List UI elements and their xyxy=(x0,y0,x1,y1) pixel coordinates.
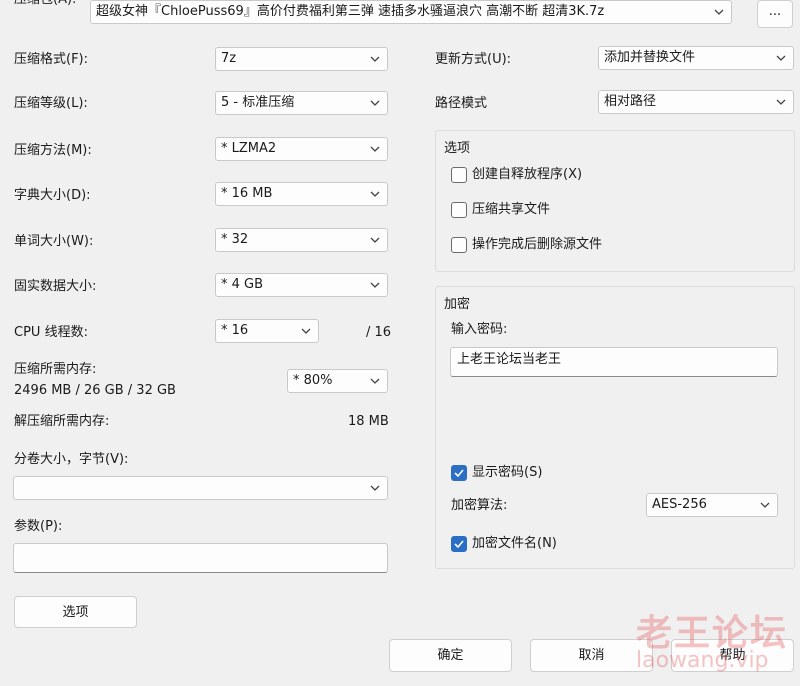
show-password-label: 显示密码(S) xyxy=(472,465,543,480)
encrypt-filenames-checkbox[interactable] xyxy=(451,536,467,552)
chevron-down-icon xyxy=(714,9,724,15)
chevron-down-icon xyxy=(301,328,311,334)
mem-comp-value: * 80% xyxy=(293,373,333,388)
archive-name-value: 超级女神『ChloePuss69』高价付费福利第三弹 速插多水骚逼浪穴 高潮不断… xyxy=(96,4,605,19)
word-combo[interactable]: * 32 xyxy=(215,228,388,252)
method-combo[interactable]: * LZMA2 xyxy=(215,137,388,161)
checkmark-icon xyxy=(454,540,464,549)
chevron-down-icon xyxy=(370,56,380,62)
mem-decomp-label: 解压缩所需内存: xyxy=(14,414,110,429)
encrypt-filenames-label: 加密文件名(N) xyxy=(472,536,557,551)
level-value: 5 - 标准压缩 xyxy=(221,95,295,110)
chevron-down-icon xyxy=(370,378,380,384)
chevron-down-icon xyxy=(370,191,380,197)
volume-label: 分卷大小，字节(V): xyxy=(14,452,129,467)
delete-source-checkbox[interactable] xyxy=(451,237,467,253)
path-mode-value: 相对路径 xyxy=(604,94,657,109)
params-label: 参数(P): xyxy=(14,519,63,534)
mem-comp-label: 压缩所需内存: xyxy=(14,362,97,377)
encrypt-method-combo[interactable]: AES-256 xyxy=(646,493,778,517)
dict-label: 字典大小(D): xyxy=(14,188,91,203)
sfx-label: 创建自释放程序(X) xyxy=(472,167,583,182)
params-input[interactable] xyxy=(13,543,388,573)
mem-decomp-value: 18 MB xyxy=(348,414,389,429)
chevron-down-icon xyxy=(370,237,380,243)
chevron-down-icon xyxy=(776,99,786,105)
watermark-url: laowang.vip xyxy=(636,648,769,673)
browse-button[interactable]: ... xyxy=(757,0,793,28)
solid-label: 固实数据大小: xyxy=(14,279,97,294)
update-label: 更新方式(U): xyxy=(435,52,512,67)
password-label: 输入密码: xyxy=(451,322,508,337)
level-combo[interactable]: 5 - 标准压缩 xyxy=(215,91,388,115)
update-value: 添加并替换文件 xyxy=(604,50,696,65)
shared-files-checkbox[interactable] xyxy=(451,202,467,218)
dict-combo[interactable]: * 16 MB xyxy=(215,182,388,206)
encrypt-method-value: AES-256 xyxy=(652,497,707,512)
path-mode-label: 路径模式 xyxy=(435,96,488,111)
format-combo[interactable]: 7z xyxy=(215,47,388,71)
threads-label: CPU 线程数: xyxy=(14,325,88,340)
method-value: * LZMA2 xyxy=(221,141,277,156)
chevron-down-icon xyxy=(370,282,380,288)
delete-source-label: 操作完成后删除源文件 xyxy=(472,237,603,252)
chevron-down-icon xyxy=(776,55,786,61)
encrypt-method-label: 加密算法: xyxy=(451,498,508,513)
threads-value: * 16 xyxy=(221,323,249,338)
archive-label: 压缩包(A): xyxy=(14,0,76,9)
options-group-title: 选项 xyxy=(444,141,471,156)
shared-files-label: 压缩共享文件 xyxy=(472,202,551,217)
chevron-down-icon xyxy=(370,146,380,152)
cancel-button[interactable]: 取消 xyxy=(530,639,653,672)
level-label: 压缩等级(L): xyxy=(14,96,88,111)
dict-value: * 16 MB xyxy=(221,186,273,201)
sfx-checkbox[interactable] xyxy=(451,167,467,183)
chevron-down-icon xyxy=(370,100,380,106)
update-combo[interactable]: 添加并替换文件 xyxy=(598,46,794,70)
word-value: * 32 xyxy=(221,232,249,247)
options-button[interactable]: 选项 xyxy=(14,596,137,628)
volume-combo[interactable] xyxy=(13,476,388,500)
ok-button[interactable]: 确定 xyxy=(389,639,512,672)
solid-value: * 4 GB xyxy=(221,277,264,292)
threads-max: / 16 xyxy=(366,325,392,340)
chevron-down-icon xyxy=(760,502,770,508)
solid-combo[interactable]: * 4 GB xyxy=(215,273,388,297)
encryption-group-title: 加密 xyxy=(444,297,471,312)
show-password-checkbox[interactable] xyxy=(451,465,467,481)
word-label: 单词大小(W): xyxy=(14,234,94,249)
mem-comp-combo[interactable]: * 80% xyxy=(287,369,388,393)
threads-combo[interactable]: * 16 xyxy=(215,319,319,343)
chevron-down-icon xyxy=(370,485,380,491)
checkmark-icon xyxy=(454,469,464,478)
format-label: 压缩格式(F): xyxy=(14,52,89,67)
mem-comp-detail: 2496 MB / 26 GB / 32 GB xyxy=(14,383,176,398)
password-input[interactable]: 上老王论坛当老王 xyxy=(450,347,778,377)
format-value: 7z xyxy=(221,51,237,66)
archive-name-combo[interactable]: 超级女神『ChloePuss69』高价付费福利第三弹 速插多水骚逼浪穴 高潮不断… xyxy=(90,0,732,24)
method-label: 压缩方法(M): xyxy=(14,143,92,158)
path-mode-combo[interactable]: 相对路径 xyxy=(598,90,794,114)
